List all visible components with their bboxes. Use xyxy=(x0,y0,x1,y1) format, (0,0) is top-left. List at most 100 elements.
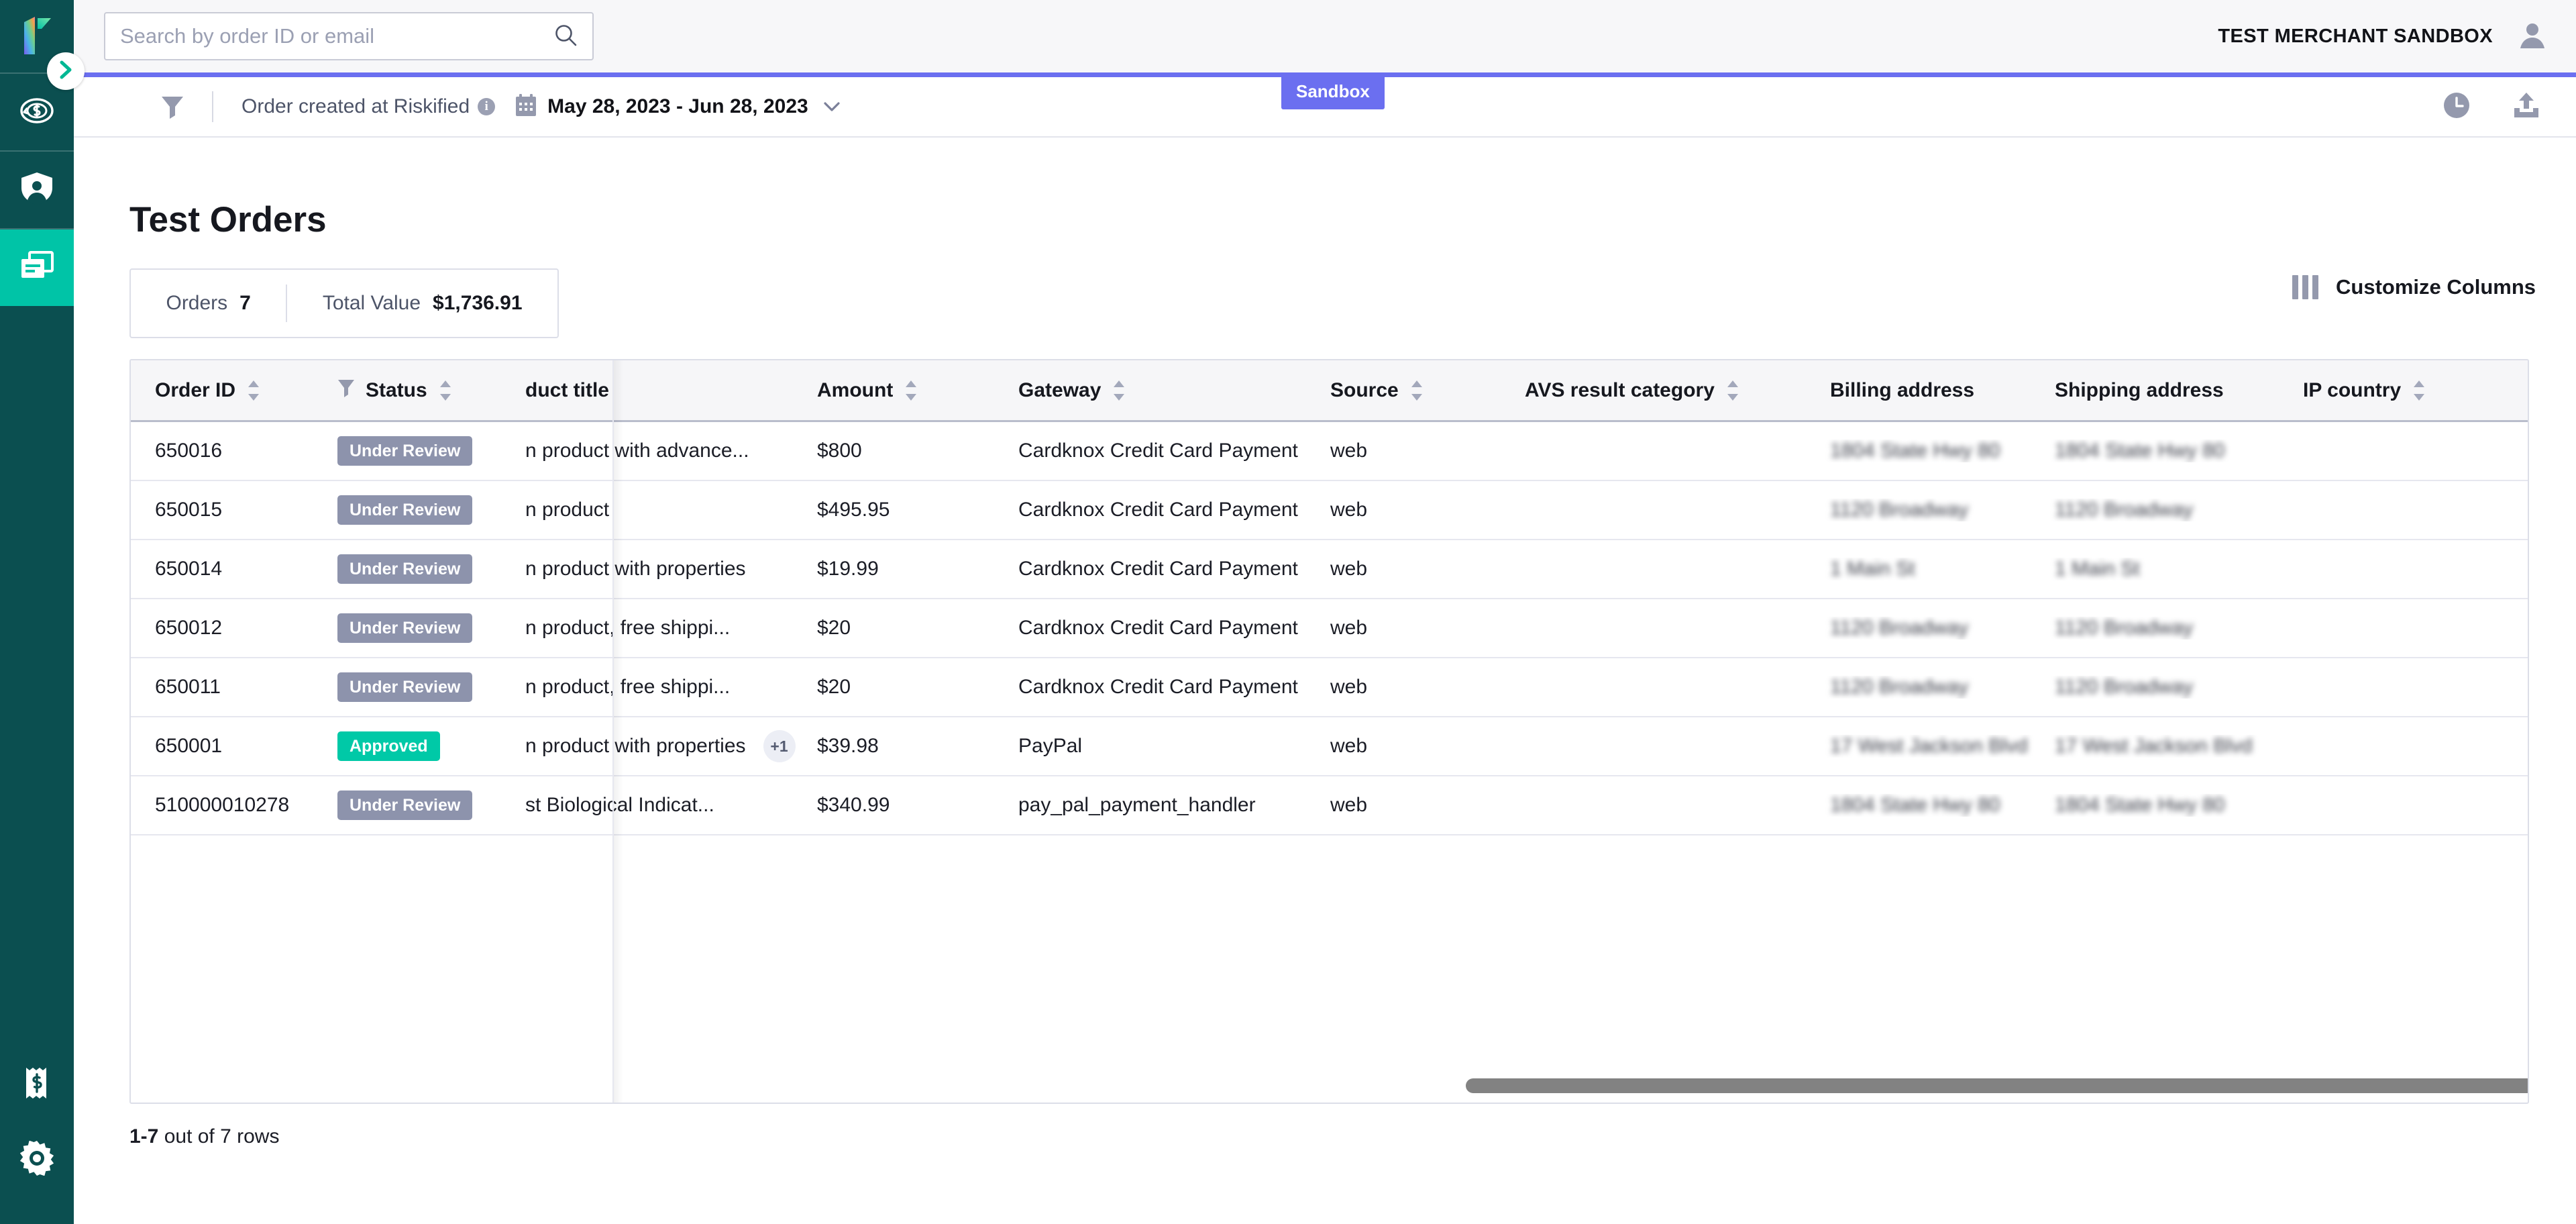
column-header-label: Amount xyxy=(817,378,894,401)
cell-product: st Biological Indicat... xyxy=(506,794,798,817)
date-range-picker[interactable]: May 28, 2023 - Jun 28, 2023 xyxy=(515,93,841,120)
column-filter-icon[interactable] xyxy=(337,378,355,403)
cell-shipping: 1120 Broadway xyxy=(2036,617,2284,640)
column-header-product[interactable]: duct title xyxy=(506,379,798,402)
date-range-value: May 28, 2023 - Jun 28, 2023 xyxy=(547,95,808,117)
product-title-text: n product, free shippi... xyxy=(525,617,731,639)
cell-billing: 1120 Broadway xyxy=(1811,676,2036,699)
row-count-suffix: out of 7 rows xyxy=(164,1125,280,1148)
status-badge: Under Review xyxy=(337,554,473,584)
table-row[interactable]: 650016 Under Review n product with advance… xyxy=(131,422,2528,481)
sidebar-item-billing[interactable] xyxy=(0,1047,74,1122)
cell-source: web xyxy=(1330,617,1368,639)
sidebar-item-orders[interactable] xyxy=(0,230,74,306)
orders-list-icon xyxy=(19,250,55,287)
column-header-label: Status xyxy=(366,378,427,401)
search-icon[interactable] xyxy=(553,23,578,50)
sort-toggle-icon[interactable] xyxy=(1725,379,1740,402)
cell-amount: $19.99 xyxy=(817,558,879,580)
cell-product: n product xyxy=(506,499,798,521)
cell-product: n product, free shippi... xyxy=(506,617,798,640)
column-header-ip[interactable]: IP country xyxy=(2284,379,2485,402)
summary-card: Orders 7 Total Value $1,736.91 xyxy=(129,268,559,338)
environment-badge: Sandbox xyxy=(1281,75,1385,109)
cell-shipping: 17 West Jackson Blvd xyxy=(2036,735,2284,758)
horizontal-scrollbar-track[interactable] xyxy=(131,1078,2528,1093)
redacted-address: 1120 Broadway xyxy=(2055,676,2194,698)
summary-orders-value: 7 xyxy=(239,292,251,314)
redacted-address: 17 West Jackson Blvd xyxy=(2055,735,2253,757)
cell-order_id[interactable]: 650001 xyxy=(131,735,319,758)
column-header-avs[interactable]: AVS result category xyxy=(1506,379,1811,402)
redacted-address: 1 Main St xyxy=(1830,558,1915,580)
funnel-icon[interactable] xyxy=(161,95,184,119)
table-row[interactable]: 650012 Under Review n product, free shippi… xyxy=(131,599,2528,658)
page-title: Test Orders xyxy=(129,200,327,240)
column-header-source[interactable]: Source xyxy=(1311,379,1506,402)
product-title-text: n product xyxy=(525,499,610,521)
table-row[interactable]: 650014 Under Review n product with propert… xyxy=(131,540,2528,599)
cell-amount: $39.98 xyxy=(817,735,879,757)
sort-toggle-icon[interactable] xyxy=(246,379,261,402)
cell-source: web xyxy=(1330,440,1368,462)
column-header-label: Billing address xyxy=(1830,378,1975,401)
cell-order_id[interactable]: 510000010278 xyxy=(131,794,319,817)
export-upload-icon[interactable] xyxy=(2512,91,2541,123)
shield-user-icon xyxy=(19,170,55,210)
search-input[interactable] xyxy=(120,24,553,48)
product-title-text: n product with properties xyxy=(525,558,746,580)
customize-columns-button[interactable]: Customize Columns xyxy=(2292,275,2536,299)
cell-billing: 1 Main St xyxy=(1811,558,2036,580)
cell-shipping: 1120 Broadway xyxy=(2036,676,2284,699)
cell-order_id[interactable]: 650014 xyxy=(131,558,319,580)
column-header-label: Source xyxy=(1330,378,1399,401)
product-title-text: n product with properties xyxy=(525,735,746,757)
table-row[interactable]: 650015 Under Review n product $495.95 Cardkn… xyxy=(131,481,2528,540)
sort-toggle-icon[interactable] xyxy=(904,379,918,402)
search-box[interactable] xyxy=(104,12,594,60)
sidebar-rail xyxy=(0,0,74,1224)
cell-order_id[interactable]: 650016 xyxy=(131,440,319,462)
cell-billing: 1120 Broadway xyxy=(1811,617,2036,640)
cell-source: web xyxy=(1330,794,1368,816)
sidebar-expand-toggle[interactable] xyxy=(47,52,85,90)
cell-gateway: Cardknox Credit Card Payment xyxy=(1018,440,1298,462)
table-row[interactable]: 510000010278 Under Review st Biological In… xyxy=(131,776,2528,835)
status-badge: Under Review xyxy=(337,672,473,702)
column-header-gateway[interactable]: Gateway xyxy=(1000,379,1311,402)
user-avatar-icon[interactable] xyxy=(2518,21,2546,52)
cell-status: Under Review xyxy=(319,436,506,466)
filter-bar-actions xyxy=(2442,91,2576,123)
clock-history-icon[interactable] xyxy=(2442,91,2471,123)
calendar-icon xyxy=(515,93,537,120)
sort-toggle-icon[interactable] xyxy=(438,379,453,402)
sort-toggle-icon[interactable] xyxy=(1112,379,1126,402)
status-badge: Under Review xyxy=(337,613,473,643)
cell-amount: $20 xyxy=(817,617,851,639)
cell-product: n product with advance... xyxy=(506,440,798,462)
cell-billing: 1804 State Hwy 80 xyxy=(1811,440,2036,462)
product-title-text: n product with advance... xyxy=(525,440,749,462)
sidebar-item-settings[interactable] xyxy=(0,1122,74,1197)
sidebar-item-account-protection[interactable] xyxy=(0,152,74,228)
horizontal-scrollbar-thumb[interactable] xyxy=(1466,1078,2528,1093)
redacted-address: 1 Main St xyxy=(2055,558,2140,580)
column-header-amount[interactable]: Amount xyxy=(798,379,1000,402)
sort-toggle-icon[interactable] xyxy=(1409,379,1424,402)
summary-orders-label: Orders xyxy=(166,292,228,314)
cell-order_id[interactable]: 650011 xyxy=(131,676,319,699)
column-header-status[interactable]: Status xyxy=(319,378,506,403)
table-header-row: Order ID Status duct title Amount Gateway Sou… xyxy=(131,360,2528,422)
sort-toggle-icon[interactable] xyxy=(2412,379,2426,402)
cell-gateway: pay_pal_payment_handler xyxy=(1018,794,1256,816)
column-header-billing[interactable]: Billing address xyxy=(1811,379,2036,402)
column-header-order_id[interactable]: Order ID xyxy=(131,379,319,402)
table-row[interactable]: 650001 Approved n product with properties +… xyxy=(131,717,2528,776)
table-row[interactable]: 650011 Under Review n product, free shippi… xyxy=(131,658,2528,717)
cell-order_id[interactable]: 650012 xyxy=(131,617,319,640)
info-icon[interactable]: i xyxy=(478,98,496,115)
cell-status: Under Review xyxy=(319,613,506,643)
cell-order_id[interactable]: 650015 xyxy=(131,499,319,521)
additional-items-badge[interactable]: +1 xyxy=(763,730,796,762)
column-header-shipping[interactable]: Shipping address xyxy=(2036,379,2284,402)
